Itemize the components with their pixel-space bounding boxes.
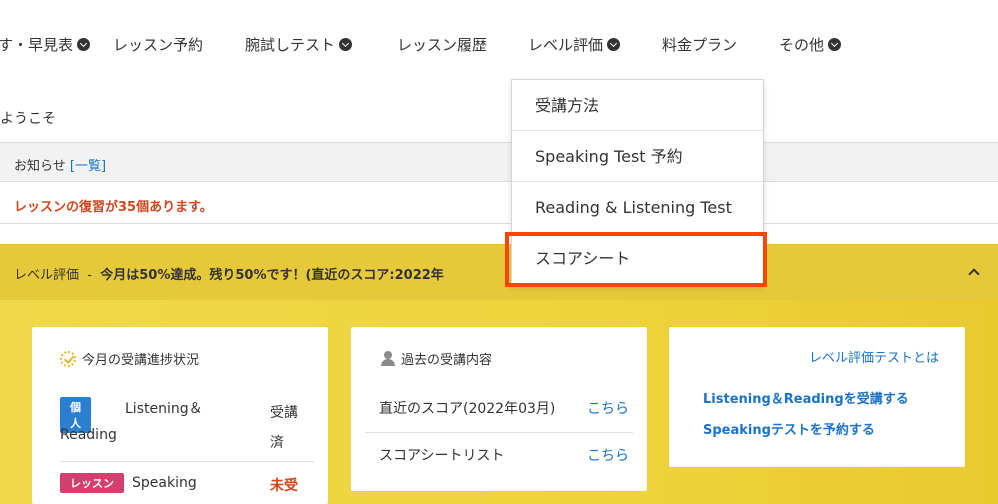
nav-item-pricing[interactable]: 料金プラン: [662, 34, 737, 55]
notice-title: お知らせ [一覧]: [14, 155, 106, 174]
level-summary: 今月は50%達成。残り50%です！(直近のスコア:2022年: [100, 268, 444, 283]
history-card-title-text: 過去の受講内容: [401, 353, 493, 368]
progress-card-title-text: 今月の受講進捗状況: [82, 353, 200, 368]
course-name: Listening＆: [125, 401, 203, 417]
notice-title-text: お知らせ: [14, 159, 66, 174]
level-evaluation-label: レベル評価 - 今月は50%達成。残り50%です！(直近のスコア:2022年: [14, 264, 444, 283]
nav-item-lesson-history[interactable]: レッスン履歴: [397, 34, 487, 55]
latest-score-label: 直近のスコア(2022年03月): [379, 401, 556, 417]
book-speaking-test-link[interactable]: Speakingテストを予約する: [703, 419, 875, 438]
top-navigation: す・早見表 レッスン予約 腕試しテスト レッスン履歴 レベル評価 料金プラン そ…: [0, 0, 998, 88]
nav-item-label: す・早見表: [0, 36, 74, 54]
level-separator: -: [87, 268, 92, 283]
highlight-box: [505, 232, 767, 287]
nav-item-label: 腕試しテスト: [245, 36, 336, 54]
history-card-title: 過去の受講内容: [381, 349, 492, 368]
score-sheet-list-label: スコアシートリスト: [379, 448, 505, 464]
about-test-card: レベル評価テストとは Listening＆Readingを受講する Speaki…: [669, 327, 965, 467]
score-sheet-list-link[interactable]: こちら: [587, 445, 629, 465]
dropdown-item-reading-listening-test[interactable]: Reading & Listening Test: [512, 182, 763, 233]
notice-header: お知らせ [一覧]: [0, 142, 998, 182]
divider: [365, 432, 633, 433]
progress-row-speaking: レッスン Speaking: [60, 473, 197, 493]
nav-item-label: レッスン履歴: [397, 36, 488, 54]
divider: [60, 461, 314, 462]
latest-score-link[interactable]: こちら: [587, 398, 629, 418]
nav-item-level-evaluation[interactable]: レベル評価: [528, 34, 621, 55]
course-name: Speaking: [132, 475, 197, 491]
take-listening-reading-link[interactable]: Listening＆Readingを受講する: [703, 388, 909, 407]
badge-lesson: レッスン: [60, 473, 124, 493]
notice-message[interactable]: レッスンの復習が35個あります。: [14, 196, 213, 215]
welcome-text: ようこそ: [0, 111, 56, 127]
status-completed: 受講 済: [270, 398, 300, 458]
notice-list-link[interactable]: [一覧]: [70, 159, 106, 174]
nav-item-label: その他: [779, 36, 825, 54]
history-card: 過去の受講内容 直近のスコア(2022年03月) こちら スコアシートリスト こ…: [351, 327, 647, 491]
status-line2: 済: [270, 435, 284, 451]
nav-item-other[interactable]: その他: [779, 34, 842, 55]
course-name-line2: Reading: [60, 427, 117, 443]
dropdown-item-how-to-take[interactable]: 受講方法: [512, 80, 763, 131]
status-line1: 受講: [270, 405, 298, 421]
nav-item-label: 料金プラン: [662, 36, 738, 54]
level-title: レベル評価: [14, 268, 80, 283]
chevron-down-icon: [77, 38, 91, 51]
chevron-up-icon[interactable]: [968, 266, 980, 278]
dropdown-item-speaking-test-booking[interactable]: Speaking Test 予約: [512, 131, 763, 182]
nav-item-label: レッスン予約: [113, 36, 204, 54]
nav-item-label: レベル評価: [528, 36, 604, 54]
chevron-down-icon: [828, 38, 842, 51]
chevron-down-icon: [607, 38, 621, 51]
nav-item-trial-test[interactable]: 腕試しテスト: [245, 34, 353, 55]
notice-body: レッスンの復習が35個あります。: [0, 182, 998, 224]
person-icon: [381, 351, 395, 366]
about-level-test-link[interactable]: レベル評価テストとは: [809, 347, 939, 366]
status-not-taken: 未受: [270, 478, 298, 494]
progress-card: 今月の受講進捗状況 個人 Listening＆ Reading 受講 済 レッス…: [32, 327, 328, 504]
nav-item-quick-table[interactable]: す・早見表: [0, 34, 91, 55]
nav-item-lesson-booking[interactable]: レッスン予約: [113, 34, 203, 55]
chevron-down-icon: [339, 38, 353, 51]
progress-check-icon: [60, 350, 76, 367]
progress-card-title: 今月の受講進捗状況: [60, 349, 199, 368]
level-evaluation-header[interactable]: レベル評価 - 今月は50%達成。残り50%です！(直近のスコア:2022年: [0, 244, 998, 300]
